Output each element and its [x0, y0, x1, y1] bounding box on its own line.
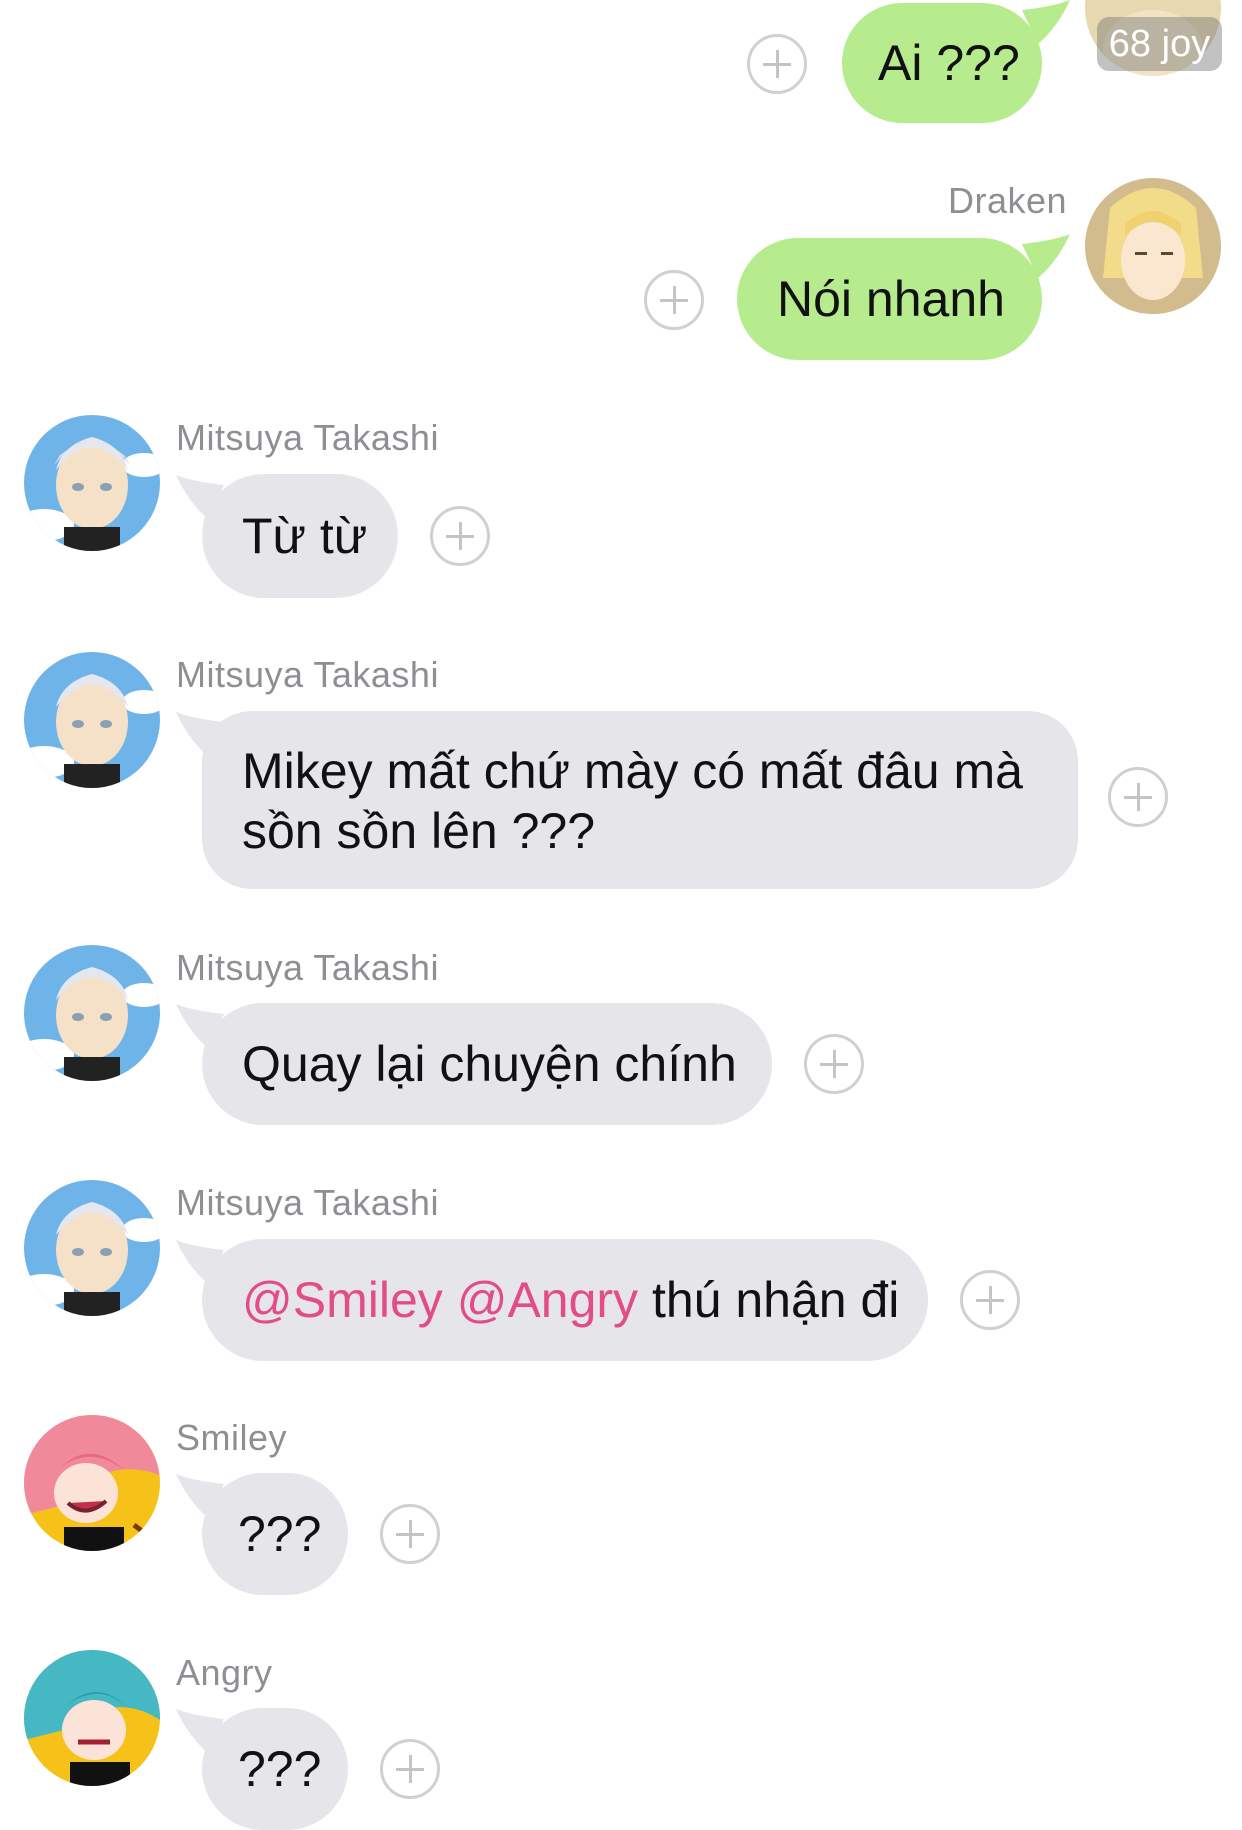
mention-link[interactable]: @Smiley — [242, 1272, 443, 1328]
sender-name: Mitsuya Takashi — [176, 417, 439, 458]
message-text: ??? — [238, 1506, 322, 1562]
message-text: Ai ??? — [878, 35, 1020, 91]
message-text: Mikey mất chứ mày có mất đâu mà sồn sồn … — [242, 743, 1023, 859]
message-bubble[interactable]: ??? — [202, 1473, 348, 1595]
bubble-tail — [1022, 0, 1070, 44]
add-reaction-icon[interactable] — [1108, 767, 1168, 827]
message-text: Nói nhanh — [777, 271, 1005, 327]
add-reaction-icon[interactable] — [644, 270, 704, 330]
message-bubble[interactable]: @Smiley @Angry thú nhận đi — [202, 1239, 928, 1361]
message-bubble[interactable]: Từ từ — [202, 474, 398, 598]
sender-name: Angry — [176, 1652, 273, 1693]
message-text: ??? — [238, 1741, 322, 1797]
avatar[interactable] — [24, 1650, 160, 1786]
add-reaction-icon[interactable] — [804, 1034, 864, 1094]
message-text: Từ từ — [242, 508, 368, 564]
sender-name: Mitsuya Takashi — [176, 1182, 439, 1223]
add-reaction-icon[interactable] — [747, 34, 807, 94]
message-text: thú nhận đi — [651, 1272, 900, 1328]
read-badge: 68 joy — [1097, 17, 1222, 71]
message-bubble[interactable]: Nói nhanh — [737, 238, 1042, 360]
avatar[interactable] — [1085, 178, 1221, 314]
sender-name: Smiley — [176, 1417, 288, 1458]
message-text: Quay lại chuyện chính — [242, 1036, 737, 1092]
bubble-tail — [1022, 234, 1070, 278]
sender-name: Mitsuya Takashi — [176, 654, 439, 695]
mention-link[interactable]: @Angry — [457, 1272, 638, 1328]
add-reaction-icon[interactable] — [960, 1270, 1020, 1330]
avatar[interactable] — [24, 652, 160, 788]
add-reaction-icon[interactable] — [380, 1739, 440, 1799]
avatar[interactable] — [24, 1415, 160, 1551]
add-reaction-icon[interactable] — [380, 1504, 440, 1564]
message-bubble[interactable]: Quay lại chuyện chính — [202, 1003, 772, 1125]
add-reaction-icon[interactable] — [430, 506, 490, 566]
message-bubble[interactable]: Ai ??? — [842, 3, 1042, 123]
avatar[interactable] — [24, 1180, 160, 1316]
sender-name: Mitsuya Takashi — [176, 947, 439, 988]
message-bubble[interactable]: Mikey mất chứ mày có mất đâu mà sồn sồn … — [202, 711, 1078, 889]
sender-name: Draken — [948, 180, 1068, 221]
avatar[interactable] — [24, 945, 160, 1081]
message-bubble[interactable]: ??? — [202, 1708, 348, 1830]
avatar[interactable] — [24, 415, 160, 551]
